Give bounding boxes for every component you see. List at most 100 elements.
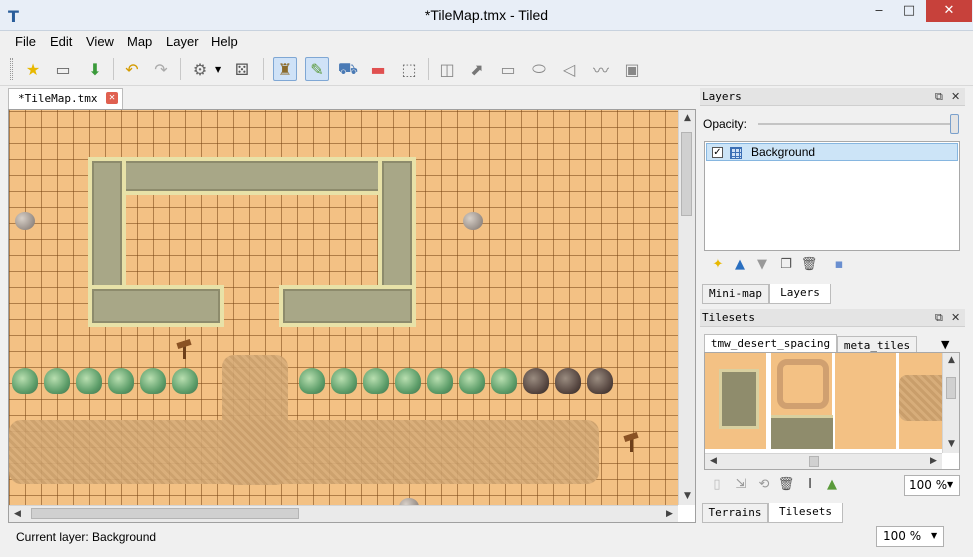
green-bush-tile [76, 368, 102, 394]
open-icon[interactable]: ▭ [51, 57, 75, 81]
wooden-sign-tile [177, 337, 191, 359]
insert-ellipse-icon[interactable]: ⬭ [527, 57, 551, 81]
wall-tile-preview [771, 415, 833, 449]
raise-layer-icon[interactable]: ▲ [731, 256, 749, 274]
map-view[interactable]: ▲ ▼ ◀ ▶ [8, 109, 696, 523]
menu-map[interactable]: Map [127, 34, 152, 49]
edit-terrain-icon[interactable]: ▲ [823, 476, 841, 494]
current-layer-status: Current layer: Background [16, 530, 157, 544]
tileset-tile[interactable] [771, 353, 833, 449]
insert-polyline-icon[interactable]: 〰 [589, 57, 613, 81]
save-icon[interactable]: ⬇ [83, 57, 107, 81]
close-tab-icon[interactable]: ✕ [106, 92, 118, 104]
remove-tileset-icon[interactable]: 🗑 [777, 476, 795, 494]
bucket-fill-icon[interactable]: ⛟ [336, 57, 360, 81]
tab-terrains[interactable]: Terrains [702, 503, 768, 523]
scroll-down-icon[interactable]: ▼ [943, 437, 959, 451]
wooden-sign-tile [624, 430, 638, 452]
opacity-slider-track[interactable] [758, 123, 958, 125]
minimize-button[interactable]: ‒ [864, 0, 894, 22]
opacity-label: Opacity: [703, 117, 748, 131]
horizontal-scroll-thumb[interactable] [31, 508, 299, 519]
scroll-left-icon[interactable]: ◀ [9, 506, 26, 522]
redo-icon[interactable]: ↷ [149, 57, 173, 81]
tileset-vertical-scrollbar[interactable]: ▲ ▼ [942, 353, 959, 453]
green-bush-tile [108, 368, 134, 394]
layer-row-background[interactable]: ✓ Background [706, 143, 958, 161]
tileset-scroll-thumb[interactable] [946, 377, 956, 399]
green-bush-tile [395, 368, 421, 394]
scroll-up-icon[interactable]: ▲ [679, 110, 695, 127]
tab-layers[interactable]: Layers [769, 284, 831, 304]
rectangular-select-icon[interactable]: ⬚ [397, 57, 421, 81]
insert-polygon-icon[interactable]: ◁ [557, 57, 581, 81]
close-dock-icon[interactable]: ✕ [951, 90, 960, 103]
menu-file[interactable]: File [15, 34, 36, 49]
scroll-up-icon[interactable]: ▲ [943, 353, 959, 367]
dead-bush-tile [523, 368, 549, 394]
document-tab-label: *TileMap.tmx [18, 92, 98, 105]
tab-tilesets[interactable]: Tilesets [768, 503, 843, 523]
undo-icon[interactable]: ↶ [120, 57, 144, 81]
menu-help[interactable]: Help [211, 34, 238, 49]
lower-layer-icon[interactable]: ▼ [753, 256, 771, 274]
command-icon[interactable]: ⚙ [188, 57, 212, 81]
edit-polygons-icon[interactable]: ⬈ [465, 57, 489, 81]
layers-list[interactable]: ✓ Background [704, 141, 960, 251]
green-bush-tile [491, 368, 517, 394]
float-dock-icon[interactable]: ⧉ [935, 90, 943, 104]
terrain-brush-icon[interactable]: ✎ [305, 57, 329, 81]
vertical-scroll-thumb[interactable] [681, 132, 692, 216]
path-tile-preview [777, 359, 829, 409]
tileset-view[interactable]: ▲ ▼ ◀ ▶ [704, 352, 960, 470]
chevron-down-icon: ▼ [947, 480, 954, 489]
chevron-down-icon[interactable]: ▼ [215, 65, 221, 74]
tileset-tile[interactable] [705, 353, 767, 449]
scroll-left-icon[interactable]: ◀ [705, 454, 722, 469]
tileset-hscroll-thumb[interactable] [809, 456, 819, 467]
main-zoom-combo[interactable]: 100 % ▼ [876, 526, 944, 547]
random-mode-icon[interactable]: ⚄ [230, 57, 254, 81]
tileset-horizontal-scrollbar[interactable]: ◀ ▶ [705, 453, 942, 469]
maximize-button[interactable]: □ [894, 0, 924, 22]
opacity-slider-handle[interactable] [950, 114, 959, 134]
green-bush-tile [172, 368, 198, 394]
green-bush-tile [363, 368, 389, 394]
menu-view[interactable]: View [86, 34, 114, 49]
layer-name: Background [751, 145, 816, 159]
add-layer-icon[interactable]: ✦ [709, 256, 727, 274]
eraser-icon[interactable]: ▬ [366, 57, 390, 81]
tileset-menu-icon[interactable]: ▼ [941, 338, 949, 351]
import-tileset-icon[interactable]: ⇲ [732, 476, 750, 494]
insert-tile-icon[interactable]: ▣ [620, 57, 644, 81]
close-dock-icon[interactable]: ✕ [951, 311, 960, 324]
duplicate-layer-icon[interactable]: ❐ [777, 256, 795, 274]
document-tab[interactable]: *TileMap.tmx ✕ [8, 88, 123, 109]
green-bush-tile [12, 368, 38, 394]
scroll-down-icon[interactable]: ▼ [679, 488, 695, 505]
scroll-right-icon[interactable]: ▶ [925, 454, 942, 469]
tileset-zoom-combo[interactable]: 100 % ▼ [904, 475, 960, 496]
stamp-brush-icon[interactable]: ♜ [273, 57, 297, 81]
tileset-tile[interactable] [835, 353, 897, 449]
insert-rectangle-icon[interactable]: ▭ [496, 57, 520, 81]
green-bush-tile [459, 368, 485, 394]
tab-mini-map[interactable]: Mini-map [702, 284, 769, 304]
new-tileset-icon[interactable]: ▯ [708, 476, 726, 494]
map-canvas[interactable] [9, 110, 678, 516]
toolbar-separator [263, 58, 264, 80]
select-objects-icon[interactable]: ◫ [435, 57, 459, 81]
menu-layer[interactable]: Layer [166, 34, 199, 49]
tileset-properties-icon[interactable]: Ⅰ [801, 476, 819, 494]
new-map-icon[interactable]: ★ [21, 57, 45, 81]
layer-properties-icon[interactable]: ▪ [830, 256, 848, 274]
layer-visibility-checkbox[interactable]: ✓ [712, 147, 723, 158]
remove-layer-icon[interactable]: 🗑 [800, 256, 818, 274]
export-tileset-icon[interactable]: ⟲ [755, 476, 773, 494]
menu-edit[interactable]: Edit [50, 34, 72, 49]
scroll-right-icon[interactable]: ▶ [661, 506, 678, 522]
float-dock-icon[interactable]: ⧉ [935, 311, 943, 325]
tab-tmw-desert-spacing[interactable]: tmw_desert_spacing [704, 334, 837, 354]
close-button[interactable]: ✕ [926, 0, 972, 22]
stone-wall-top [88, 157, 416, 195]
